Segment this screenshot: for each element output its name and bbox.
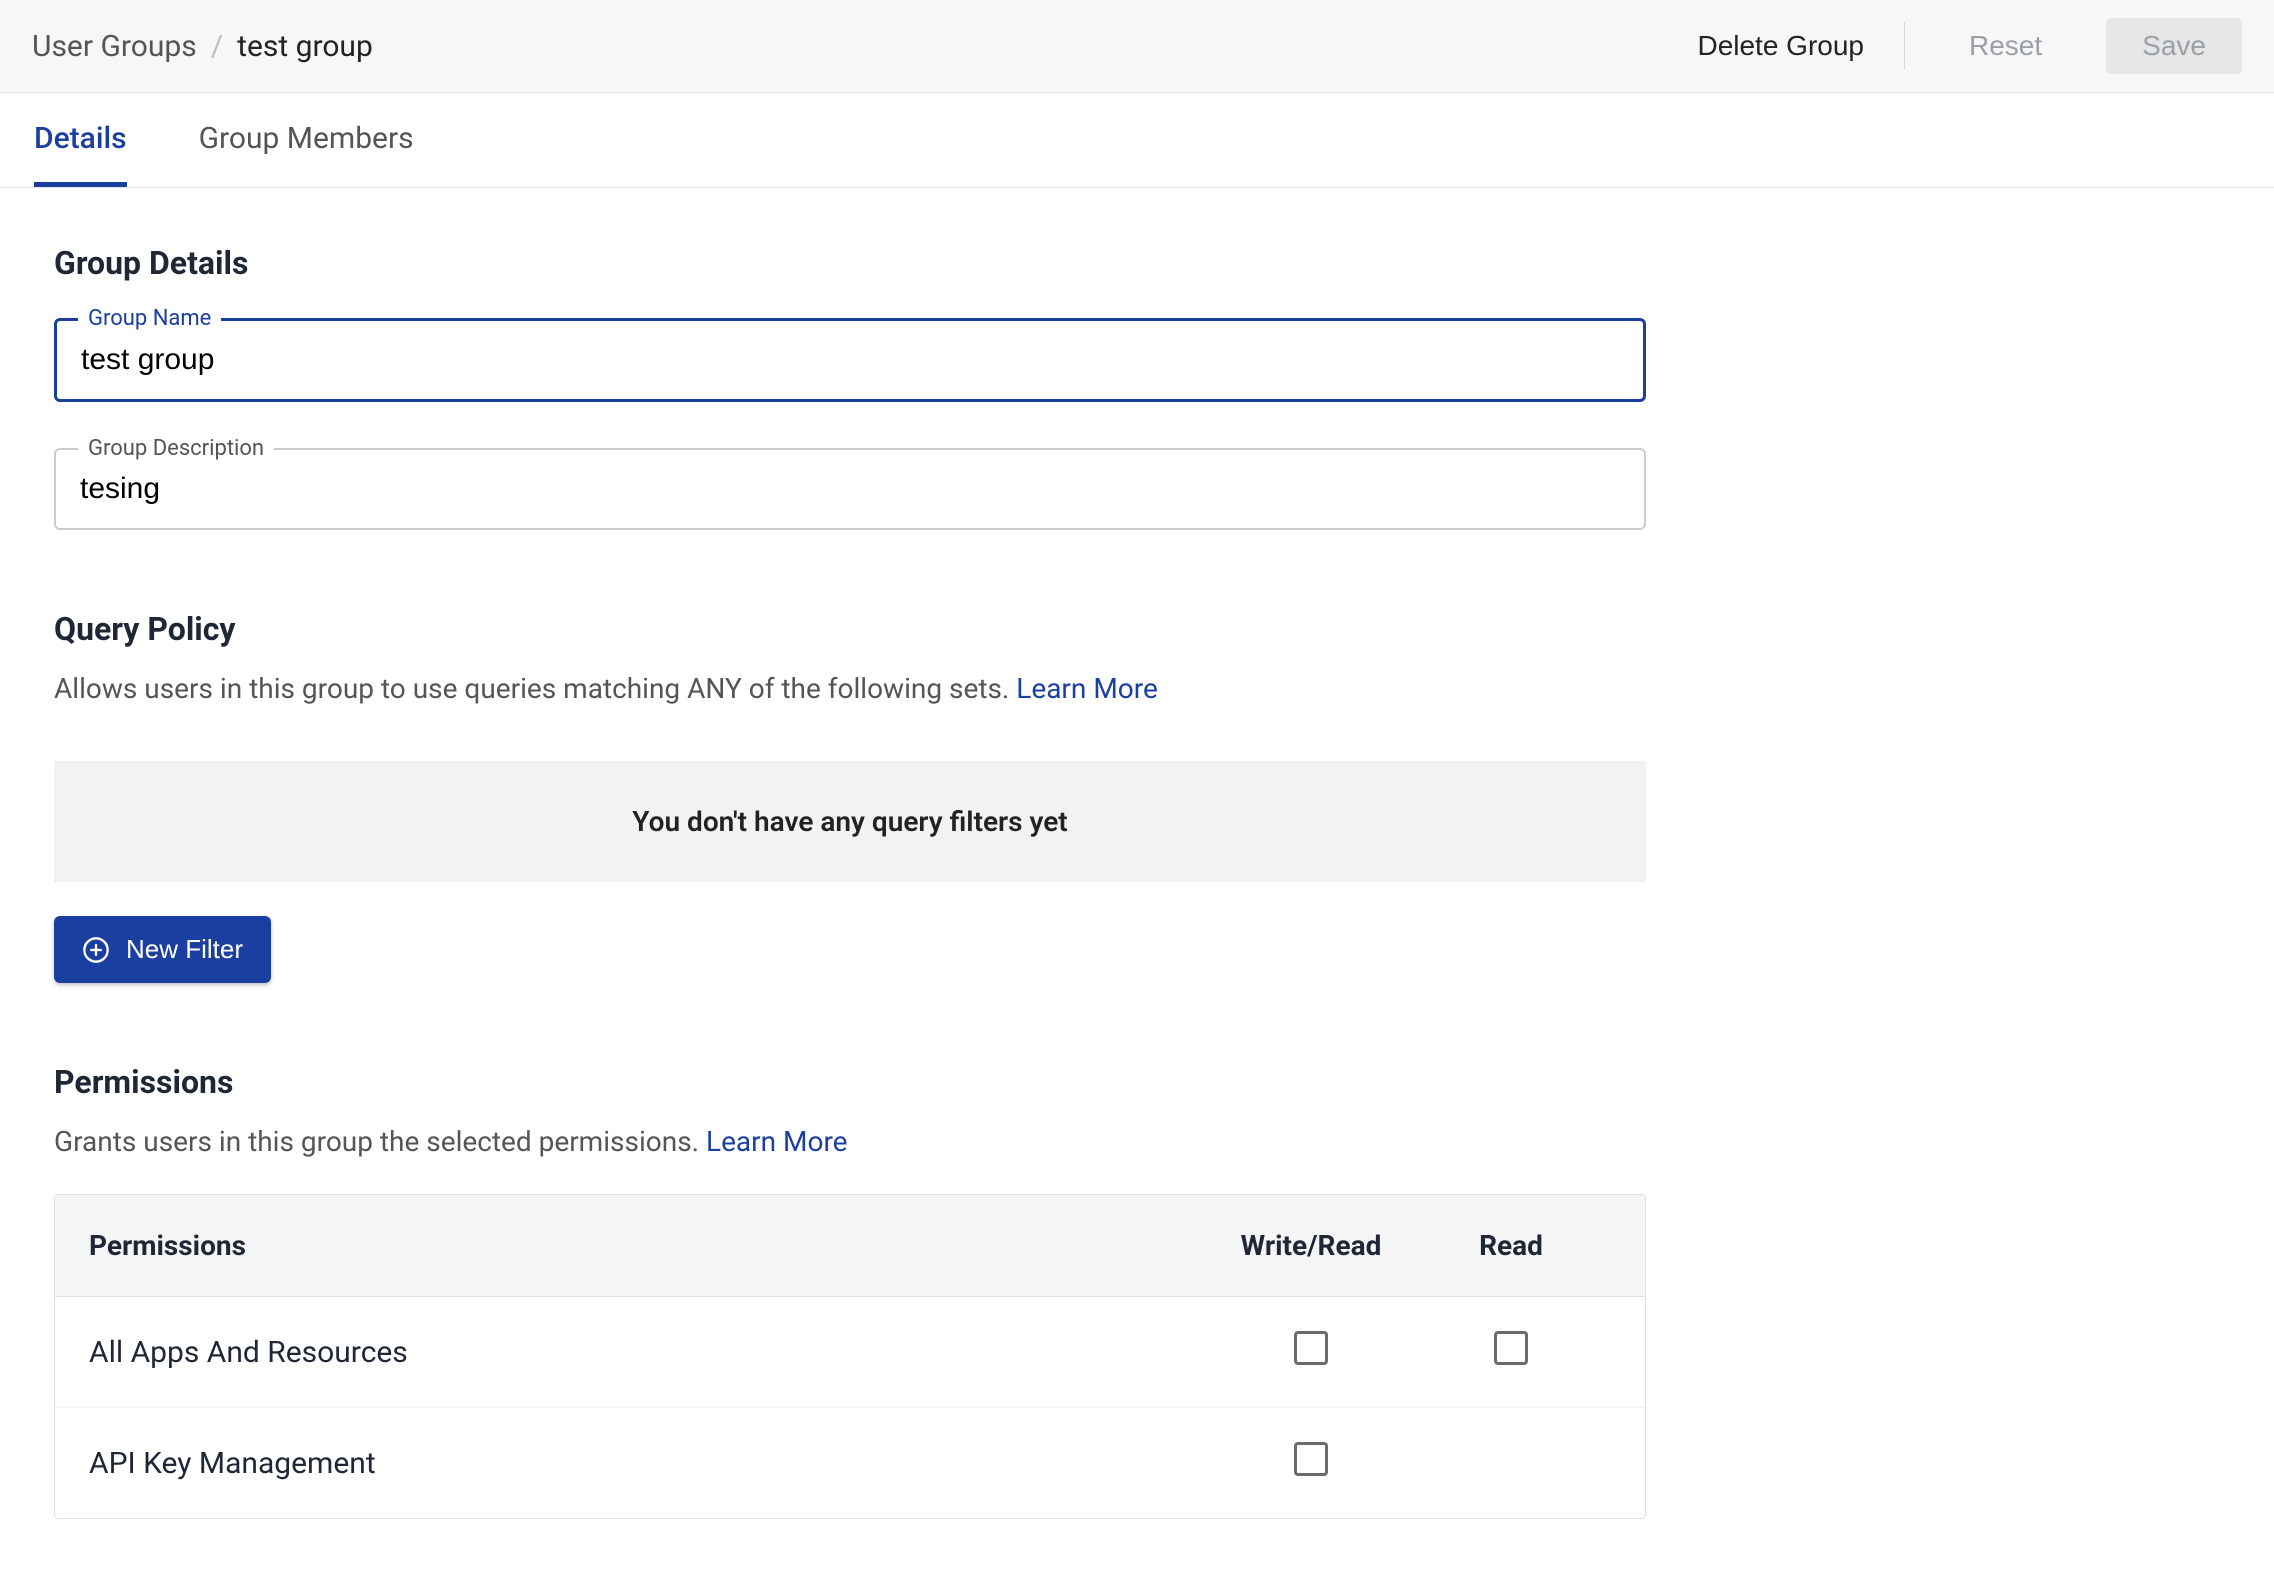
tabs: Details Group Members bbox=[0, 93, 2274, 188]
plus-circle-icon bbox=[82, 936, 110, 964]
permissions-subtext-text: Grants users in this group the selected … bbox=[54, 1125, 706, 1158]
group-name-label: Group Name bbox=[78, 306, 221, 331]
permissions-heading: Permissions bbox=[54, 1063, 1646, 1101]
table-row: API Key Management bbox=[55, 1408, 1645, 1518]
permissions-section: Permissions Grants users in this group t… bbox=[54, 1063, 1646, 1519]
query-filters-empty-banner: You don't have any query filters yet bbox=[54, 761, 1646, 882]
query-policy-subtext-text: Allows users in this group to use querie… bbox=[54, 672, 1016, 705]
top-actions: Delete Group Reset Save bbox=[1657, 18, 2242, 74]
table-row: All Apps And Resources bbox=[55, 1297, 1645, 1408]
query-policy-section: Query Policy Allows users in this group … bbox=[54, 610, 1646, 983]
group-description-label: Group Description bbox=[78, 436, 274, 461]
breadcrumb-root[interactable]: User Groups bbox=[32, 29, 197, 64]
tab-group-members[interactable]: Group Members bbox=[199, 93, 414, 187]
top-bar: User Groups / test group Delete Group Re… bbox=[0, 0, 2274, 93]
group-name-input[interactable] bbox=[54, 318, 1646, 402]
checkbox-writeread[interactable] bbox=[1294, 1442, 1328, 1476]
reset-button: Reset bbox=[1933, 18, 2078, 74]
permissions-col-writeread: Write/Read bbox=[1211, 1229, 1411, 1262]
permissions-col-label: Permissions bbox=[89, 1229, 1211, 1262]
permission-label: API Key Management bbox=[89, 1446, 1211, 1481]
query-policy-heading: Query Policy bbox=[54, 610, 1646, 648]
checkbox-writeread[interactable] bbox=[1294, 1331, 1328, 1365]
content: Group Details Group Name Group Descripti… bbox=[0, 188, 1700, 1575]
permissions-col-read: Read bbox=[1411, 1229, 1611, 1262]
save-button: Save bbox=[2106, 18, 2242, 74]
permission-label: All Apps And Resources bbox=[89, 1335, 1211, 1370]
permissions-table: Permissions Write/Read Read All Apps And… bbox=[54, 1194, 1646, 1519]
tab-details[interactable]: Details bbox=[34, 93, 127, 187]
permissions-table-header: Permissions Write/Read Read bbox=[55, 1195, 1645, 1297]
group-description-input[interactable] bbox=[54, 448, 1646, 530]
breadcrumb-separator: / bbox=[211, 29, 223, 64]
checkbox-read[interactable] bbox=[1494, 1331, 1528, 1365]
divider bbox=[1904, 22, 1905, 70]
permissions-learn-more-link[interactable]: Learn More bbox=[706, 1125, 848, 1158]
delete-group-button[interactable]: Delete Group bbox=[1657, 18, 1904, 74]
breadcrumb: User Groups / test group bbox=[32, 29, 373, 64]
query-policy-subtext: Allows users in this group to use querie… bbox=[54, 672, 1646, 705]
new-filter-label: New Filter bbox=[126, 934, 243, 965]
group-details-heading: Group Details bbox=[54, 244, 1646, 282]
group-name-field-wrap: Group Name bbox=[54, 318, 1646, 402]
query-policy-learn-more-link[interactable]: Learn More bbox=[1016, 672, 1158, 705]
breadcrumb-current: test group bbox=[237, 29, 373, 64]
permissions-subtext: Grants users in this group the selected … bbox=[54, 1125, 1646, 1158]
new-filter-button[interactable]: New Filter bbox=[54, 916, 271, 983]
group-description-field-wrap: Group Description bbox=[54, 448, 1646, 530]
